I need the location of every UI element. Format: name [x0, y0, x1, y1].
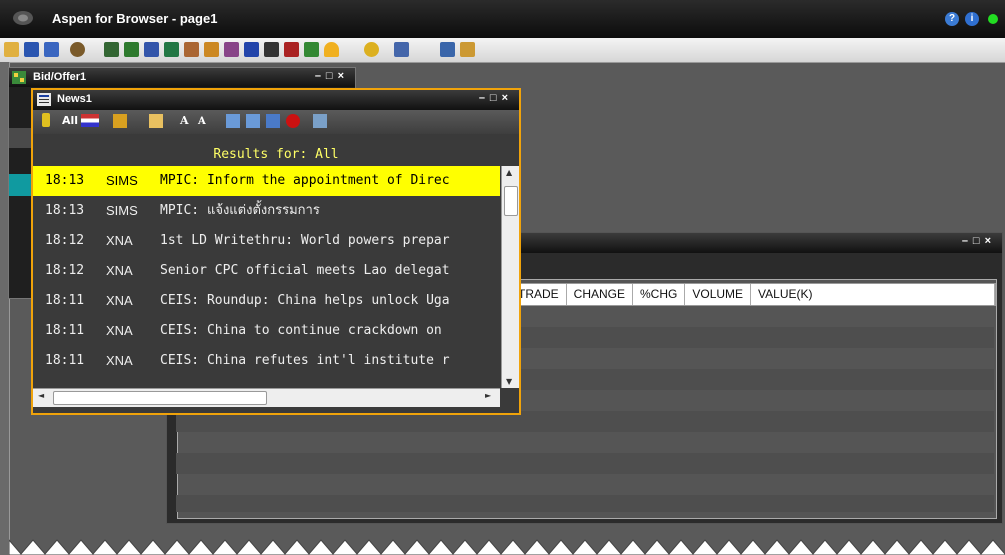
column-header-change[interactable]: CHANGE	[567, 284, 634, 305]
news-time: 18:11	[45, 293, 85, 308]
app-logo-icon	[13, 11, 33, 25]
quote-icon[interactable]	[144, 42, 159, 57]
news-headline: CEIS: Roundup: China helps unlock Uga	[160, 293, 450, 308]
scroll-right-icon[interactable]: ►	[485, 391, 491, 400]
news-row[interactable]: 18:11 XNA CEIS: China to continue crackd…	[33, 316, 500, 346]
scroll-left-icon[interactable]: ◄	[38, 391, 44, 400]
window-controls[interactable]: –□×	[962, 235, 996, 247]
monitor-icon[interactable]	[244, 42, 259, 57]
scroll-down-icon[interactable]: ▼	[506, 377, 512, 386]
news-toolbar: All A A	[33, 110, 519, 134]
news-headline: Senior CPC official meets Lao delegat	[160, 263, 450, 278]
bid-offer-title: Bid/Offer1	[33, 71, 87, 83]
status-dot-icon	[988, 14, 998, 24]
info-icon[interactable]: i	[965, 12, 979, 26]
bid-row-highlight[interactable]	[9, 174, 31, 196]
alert-bell-icon[interactable]	[324, 42, 339, 57]
column-header-pctchg[interactable]: %CHG	[633, 284, 686, 305]
news-headline: CEIS: China refutes int'l institute r	[160, 353, 450, 368]
scrollbar-thumb[interactable]	[53, 391, 267, 405]
font-increase-button[interactable]: A	[180, 114, 189, 127]
font-decrease-button[interactable]: A	[198, 116, 206, 127]
news-vertical-scrollbar[interactable]: ▲ ▼	[501, 166, 519, 388]
bid-offer-titlebar[interactable]: Bid/Offer1 –□×	[9, 68, 355, 87]
tick-icon[interactable]	[264, 42, 279, 57]
column-header-volume[interactable]: VOLUME	[685, 284, 752, 305]
results-label: Results for: All	[213, 147, 339, 162]
torn-edge-decoration	[9, 539, 1005, 555]
window-tile-icon[interactable]	[226, 114, 240, 128]
news-row[interactable]: 18:12 XNA Senior CPC official meets Lao …	[33, 256, 500, 286]
news-time: 18:11	[45, 353, 85, 368]
table-row[interactable]	[176, 453, 994, 474]
bid-row[interactable]	[9, 128, 31, 148]
news-row[interactable]: 18:13 SIMS MPIC: แจ้งแต่งตั้งกรรมการ	[33, 196, 500, 226]
news-time: 18:12	[45, 233, 85, 248]
bid-offer-icon	[12, 71, 26, 84]
news-time: 18:13	[45, 203, 85, 218]
help-icon[interactable]: ?	[945, 12, 959, 26]
news-headline: MPIC: Inform the appointment of Direc	[160, 173, 450, 188]
news-source: XNA	[106, 323, 133, 338]
news-time: 18:11	[45, 323, 85, 338]
news-row[interactable]: 18:11 XNA CEIS: China refutes int'l inst…	[33, 346, 500, 376]
user-icon[interactable]	[364, 42, 379, 57]
ranking-icon[interactable]	[224, 42, 239, 57]
uk-flag-icon[interactable]	[81, 114, 99, 127]
window-controls[interactable]: –□×	[315, 70, 349, 82]
news-headline: CEIS: China to continue crackdown on	[160, 323, 442, 338]
filter-all-button[interactable]: All	[62, 114, 78, 127]
app-title: Aspen for Browser - page1	[52, 11, 218, 26]
portfolio-icon[interactable]	[460, 42, 475, 57]
window-controls[interactable]: –□×	[479, 92, 513, 104]
news-source: SIMS	[106, 173, 138, 188]
note-icon[interactable]	[149, 114, 163, 128]
news-headline: 1st LD Writethru: World powers prepar	[160, 233, 450, 248]
news-time: 18:13	[45, 173, 85, 188]
app-titlebar: Aspen for Browser - page1 ? i	[0, 0, 1005, 38]
news-source: SIMS	[106, 203, 138, 218]
open-icon[interactable]	[4, 42, 19, 57]
refresh-icon[interactable]	[266, 114, 280, 128]
save-as-icon[interactable]	[44, 42, 59, 57]
news-time: 18:12	[45, 263, 85, 278]
pin-icon[interactable]	[42, 113, 50, 127]
news-icon	[37, 93, 51, 106]
news-row[interactable]: 18:12 XNA 1st LD Writethru: World powers…	[33, 226, 500, 256]
news-source: XNA	[106, 233, 133, 248]
scrollbar-thumb[interactable]	[504, 186, 518, 216]
main-toolbar	[0, 38, 1005, 63]
stop-icon[interactable]	[286, 114, 300, 128]
quote-table-header: TRADE CHANGE %CHG VOLUME VALUE(K)	[510, 283, 996, 306]
layout-icon[interactable]	[70, 42, 85, 57]
news-source: XNA	[106, 353, 133, 368]
index-icon[interactable]	[304, 42, 319, 57]
news-source: XNA	[106, 293, 133, 308]
news-title: News1	[57, 93, 92, 105]
news-horizontal-scrollbar[interactable]: ◄ ►	[33, 388, 500, 407]
scroll-up-icon[interactable]: ▲	[506, 168, 512, 177]
finance-icon[interactable]	[284, 42, 299, 57]
sector-icon[interactable]	[204, 42, 219, 57]
search-icon[interactable]	[313, 114, 327, 128]
news-source: XNA	[106, 263, 133, 278]
edit-icon[interactable]	[113, 114, 127, 128]
save-icon[interactable]	[24, 42, 39, 57]
column-header-value[interactable]: VALUE(K)	[751, 284, 995, 305]
news-headline: MPIC: แจ้งแต่งตั้งกรรมการ	[160, 203, 320, 218]
news-row[interactable]: 18:13 SIMS MPIC: Inform the appointment …	[33, 166, 500, 196]
news-row[interactable]: 18:11 XNA CEIS: Roundup: China helps unl…	[33, 286, 500, 316]
chart-icon[interactable]	[104, 42, 119, 57]
spreadsheet-icon[interactable]	[124, 42, 139, 57]
window-cascade-icon[interactable]	[246, 114, 260, 128]
trade-icon[interactable]	[440, 42, 455, 57]
news-titlebar[interactable]: News1 –□×	[33, 90, 519, 110]
pie-icon[interactable]	[184, 42, 199, 57]
grid-icon[interactable]	[164, 42, 179, 57]
network-icon[interactable]	[394, 42, 409, 57]
news-list: 18:13 SIMS MPIC: Inform the appointment …	[33, 166, 500, 386]
news-window: News1 –□× All A A Results for: All 18:13…	[31, 88, 521, 415]
table-row[interactable]	[176, 495, 994, 512]
